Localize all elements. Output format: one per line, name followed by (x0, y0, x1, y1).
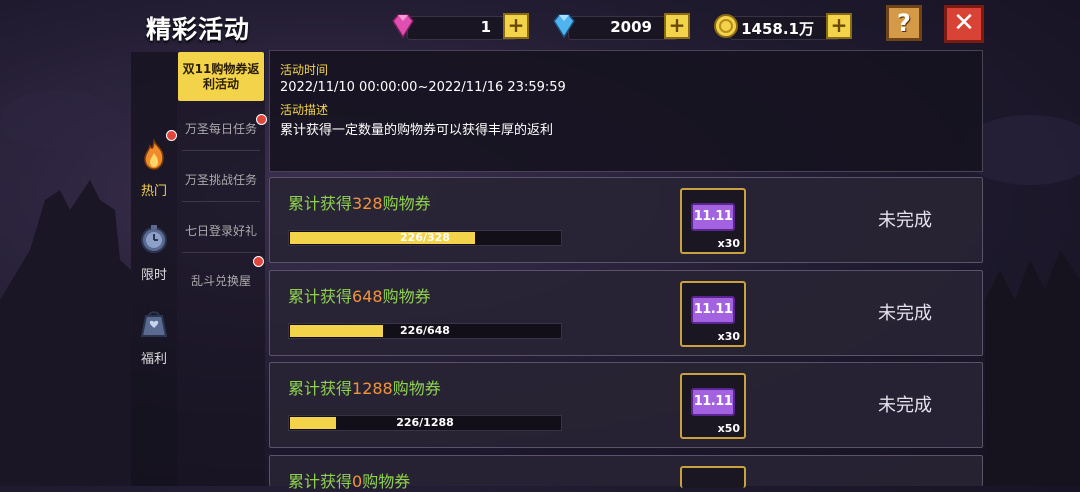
task-title: 累计获得1288购物券 (288, 379, 441, 398)
category-welfare[interactable]: 福利 (133, 306, 175, 367)
activity-desc-label: 活动描述 (280, 103, 329, 117)
category-hot-label: 热门 (140, 184, 167, 199)
activity-time-value: 2022/11/10 00:00:00~2022/11/16 23:59:59 (280, 80, 566, 95)
subtab-halloween-daily-badge (256, 114, 267, 125)
task-row-partial: 累计获得0购物券 (269, 455, 983, 491)
task-target-number: 0 (352, 472, 363, 491)
task-progress-text: 226/328 (400, 231, 450, 244)
task-status: 未完成 (878, 210, 932, 231)
task-title: 累计获得328购物券 (288, 194, 431, 213)
diamond-count: 2009 (610, 18, 652, 36)
gem-add-button[interactable]: + (503, 13, 529, 39)
task-status: 未完成 (878, 303, 932, 324)
coin-count: 1458.1万 (741, 20, 814, 38)
reward-item[interactable]: 11.11 x30 (680, 281, 746, 347)
task-row: 累计获得328购物券 226/328 11.11 x30 未完成 (269, 177, 983, 263)
diamond-currency: 2009 + (550, 12, 690, 40)
subtab-brawl-exchange-badge (253, 256, 264, 267)
reward-quantity: x50 (717, 422, 740, 435)
coin-currency: 1458.1万 + (712, 12, 852, 40)
reward-quantity: x30 (717, 237, 740, 250)
task-progress-bar: 226/328 (288, 230, 562, 246)
task-progress-text: 226/1288 (396, 416, 454, 429)
clock-icon (141, 225, 167, 253)
diamond-add-button[interactable]: + (664, 13, 690, 39)
task-title: 累计获得648购物券 (288, 287, 431, 306)
coupon-ticket-icon: 11.11 (691, 296, 735, 324)
diamond-icon (553, 14, 575, 39)
help-button[interactable]: ? (886, 5, 922, 41)
coin-icon (714, 14, 738, 38)
subtab-halloween-daily[interactable]: 万圣每日任务 (177, 120, 265, 137)
close-button[interactable]: ✕ (944, 5, 984, 43)
coin-add-button[interactable]: + (826, 13, 852, 39)
task-progress-bar: 226/648 (288, 323, 562, 339)
reward-item[interactable]: 11.11 x30 (680, 188, 746, 254)
task-row: 累计获得648购物券 226/648 11.11 x30 未完成 (269, 270, 983, 356)
gem-currency-bar (407, 16, 517, 40)
subtab-seven-day-login[interactable]: 七日登录好礼 (177, 222, 265, 239)
coupon-ticket-icon: 11.11 (691, 388, 735, 416)
task-progress-bar: 226/1288 (288, 415, 562, 431)
flame-icon (144, 138, 164, 170)
subtab-panel (177, 52, 265, 486)
gem-count: 1 (480, 18, 491, 36)
gift-bag-icon (140, 311, 168, 337)
subtab-divider (182, 150, 260, 151)
category-hot[interactable]: 热门 (133, 138, 175, 199)
subtab-divider (182, 252, 260, 253)
activity-time-label: 活动时间 (280, 63, 329, 77)
subtab-divider (182, 201, 260, 202)
task-title: 累计获得0购物券 (288, 472, 411, 491)
category-welfare-label: 福利 (140, 352, 167, 367)
gem-currency: 1 + (389, 12, 529, 40)
task-status: 未完成 (878, 395, 932, 416)
page-title: 精彩活动 (146, 15, 251, 44)
task-target-number: 328 (352, 194, 383, 213)
category-hot-badge (166, 130, 177, 141)
coupon-ticket-icon: 11.11 (691, 203, 735, 231)
category-limited-label: 限时 (140, 268, 167, 283)
task-progress-text: 226/648 (400, 324, 450, 337)
activity-desc-value: 累计获得一定数量的购物券可以获得丰厚的返利 (280, 123, 554, 138)
activity-info-panel: 活动时间 2022/11/10 00:00:00~2022/11/16 23:5… (269, 50, 983, 172)
reward-quantity: x30 (717, 330, 740, 343)
reward-item[interactable] (680, 466, 746, 488)
task-target-number: 1288 (352, 379, 393, 398)
task-row: 累计获得1288购物券 226/1288 11.11 x50 未完成 (269, 362, 983, 448)
subtab-halloween-challenge[interactable]: 万圣挑战任务 (177, 171, 265, 188)
reward-item[interactable]: 11.11 x50 (680, 373, 746, 439)
category-limited[interactable]: 限时 (133, 222, 175, 283)
subtab-brawl-exchange[interactable]: 乱斗兑换屋 (177, 272, 265, 289)
subtab-double11-rebate[interactable]: 双11购物券返利活动 (178, 52, 264, 101)
task-target-number: 648 (352, 287, 383, 306)
gem-icon (392, 14, 414, 39)
